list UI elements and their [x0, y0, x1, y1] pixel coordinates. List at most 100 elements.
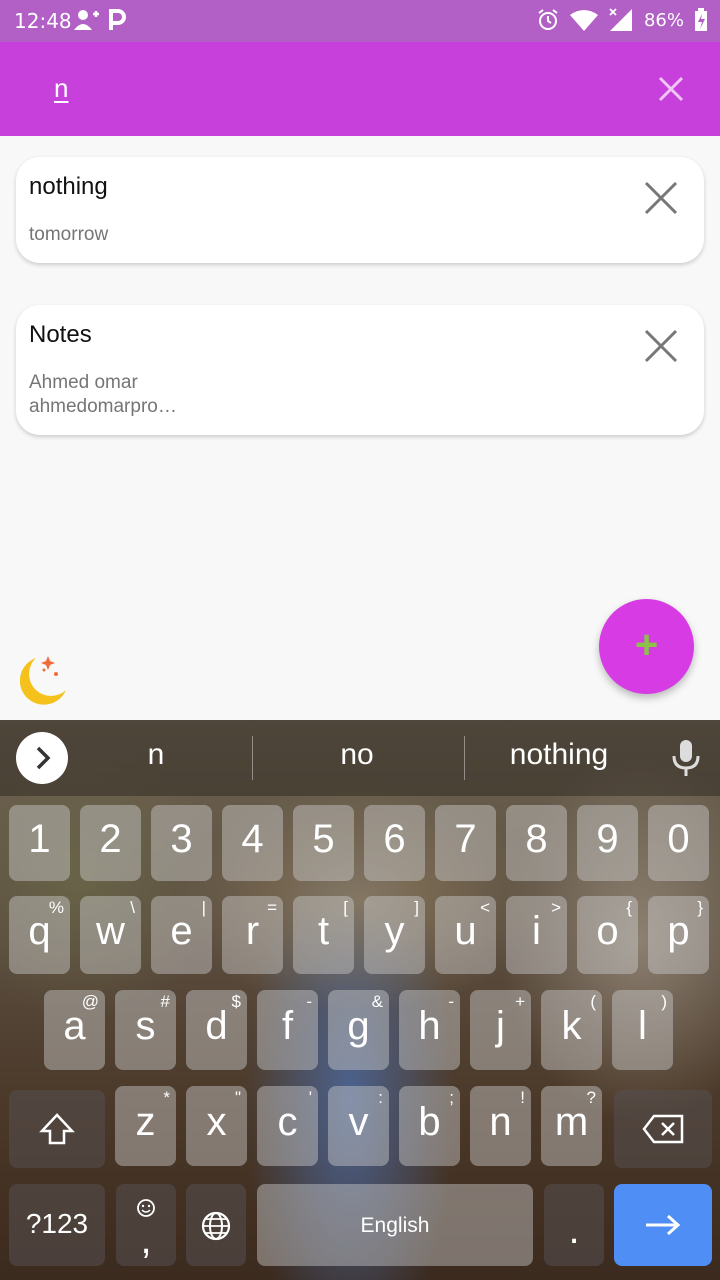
clear-search-close-icon[interactable]: [652, 70, 690, 108]
key-hint: #: [160, 992, 170, 1011]
key-6[interactable]: 6: [364, 805, 425, 881]
expand-toolbar-button[interactable]: [16, 732, 68, 784]
shift-icon: [39, 1113, 75, 1145]
key-z[interactable]: z *: [115, 1086, 176, 1166]
key-n[interactable]: n!: [470, 1086, 531, 1166]
key-hint: ?: [586, 1088, 596, 1107]
key-7[interactable]: 7: [435, 805, 496, 881]
key-hint: }: [697, 898, 703, 917]
note-subtitle: Ahmed omar ahmedomarpro…: [29, 372, 177, 417]
key-p[interactable]: p}: [648, 896, 709, 974]
key-hint: =: [267, 898, 277, 917]
suggestion-divider: [464, 736, 465, 780]
key-o[interactable]: o{: [577, 896, 638, 974]
add-note-button[interactable]: +: [599, 599, 694, 694]
key-label: 2: [99, 817, 122, 861]
note-card[interactable]: Notes Ahmed omar ahmedomarpro…: [16, 305, 704, 435]
key-j[interactable]: j +: [470, 990, 531, 1070]
plus-icon: +: [634, 623, 659, 667]
key-hint: >: [551, 898, 561, 917]
key-r[interactable]: r =: [222, 896, 283, 974]
comma-key[interactable]: ,: [116, 1184, 176, 1266]
period-key-label: .: [568, 1208, 580, 1252]
parking-icon: [109, 9, 126, 30]
symbols-key[interactable]: ?123: [9, 1184, 105, 1266]
status-right-icons: 86%: [536, 8, 708, 32]
language-key[interactable]: [186, 1184, 246, 1266]
enter-key[interactable]: [614, 1184, 712, 1266]
key-u[interactable]: u <: [435, 896, 496, 974]
mic-icon[interactable]: [668, 738, 704, 778]
key-hint: $: [231, 992, 241, 1011]
space-key-label: English: [360, 1214, 430, 1237]
key-hint: +: [515, 992, 525, 1011]
key-9[interactable]: 9: [577, 805, 638, 881]
key-2[interactable]: 2: [80, 805, 141, 881]
backspace-icon: [642, 1114, 684, 1144]
key-hint: ;: [449, 1088, 454, 1107]
shift-key[interactable]: [9, 1090, 105, 1168]
delete-note-close-icon[interactable]: [642, 327, 680, 365]
space-key[interactable]: English: [257, 1184, 533, 1266]
key-t[interactable]: t[: [293, 896, 354, 974]
period-key[interactable]: .: [544, 1184, 604, 1266]
delete-note-close-icon[interactable]: [642, 179, 680, 217]
status-time: 12:48: [14, 9, 72, 33]
key-c[interactable]: c ': [257, 1086, 318, 1166]
keyboard: n no nothing 1 2 3 4 5 6 7 8 9 0 q% w \ e | r = t[y] u < i > o…: [0, 720, 720, 1280]
suggestion-2[interactable]: no: [267, 738, 447, 772]
key-b[interactable]: b;: [399, 1086, 460, 1166]
key-hint: {: [626, 898, 632, 917]
key-0[interactable]: 0: [648, 805, 709, 881]
key-hint: *: [163, 1088, 170, 1107]
key-hint: !: [520, 1088, 525, 1107]
status-left-icons: [74, 8, 126, 32]
key-x[interactable]: x ": [186, 1086, 247, 1166]
key-i[interactable]: i >: [506, 896, 567, 974]
key-label: 3: [170, 817, 193, 861]
key-label: 1: [28, 817, 51, 861]
key-s[interactable]: s #: [115, 990, 176, 1070]
key-m[interactable]: m?: [541, 1086, 602, 1166]
suggestion-1[interactable]: n: [66, 738, 246, 772]
key-label: 6: [383, 817, 406, 861]
battery-percent: 86%: [643, 9, 684, 31]
key-hint: ]: [414, 898, 419, 917]
key-hint: |: [201, 898, 206, 917]
key-5[interactable]: 5: [293, 805, 354, 881]
key-d[interactable]: d $: [186, 990, 247, 1070]
key-k[interactable]: k(: [541, 990, 602, 1070]
key-l[interactable]: l): [612, 990, 673, 1070]
key-y[interactable]: y]: [364, 896, 425, 974]
key-hint: ': [308, 1088, 312, 1107]
key-w[interactable]: w \: [80, 896, 141, 974]
key-hint: <: [480, 898, 490, 917]
key-hint: -: [448, 992, 454, 1011]
key-1[interactable]: 1: [9, 805, 70, 881]
note-card[interactable]: nothing tomorrow: [16, 157, 704, 263]
key-label: 5: [312, 817, 335, 861]
theme-toggle-moon-icon[interactable]: [10, 650, 72, 712]
key-h[interactable]: h-: [399, 990, 460, 1070]
key-3[interactable]: 3: [151, 805, 212, 881]
key-f[interactable]: f-: [257, 990, 318, 1070]
key-g[interactable]: g &: [328, 990, 389, 1070]
key-8[interactable]: 8: [506, 805, 567, 881]
key-label: 7: [454, 817, 477, 861]
alarm-icon: [538, 9, 558, 30]
key-hint: &: [371, 992, 383, 1011]
key-hint: -: [306, 992, 312, 1011]
key-q[interactable]: q%: [9, 896, 70, 974]
key-v[interactable]: v:: [328, 1086, 389, 1166]
globe-icon: [201, 1211, 231, 1241]
key-a[interactable]: a @: [44, 990, 105, 1070]
symbols-key-label: ?123: [25, 1208, 89, 1239]
key-4[interactable]: 4: [222, 805, 283, 881]
search-input[interactable]: n: [54, 73, 68, 104]
key-e[interactable]: e |: [151, 896, 212, 974]
suggestion-3[interactable]: nothing: [469, 738, 649, 772]
suggestion-divider: [252, 736, 253, 780]
backspace-key[interactable]: [614, 1090, 712, 1168]
note-title: nothing: [29, 173, 108, 200]
wifi-icon: [569, 10, 598, 31]
